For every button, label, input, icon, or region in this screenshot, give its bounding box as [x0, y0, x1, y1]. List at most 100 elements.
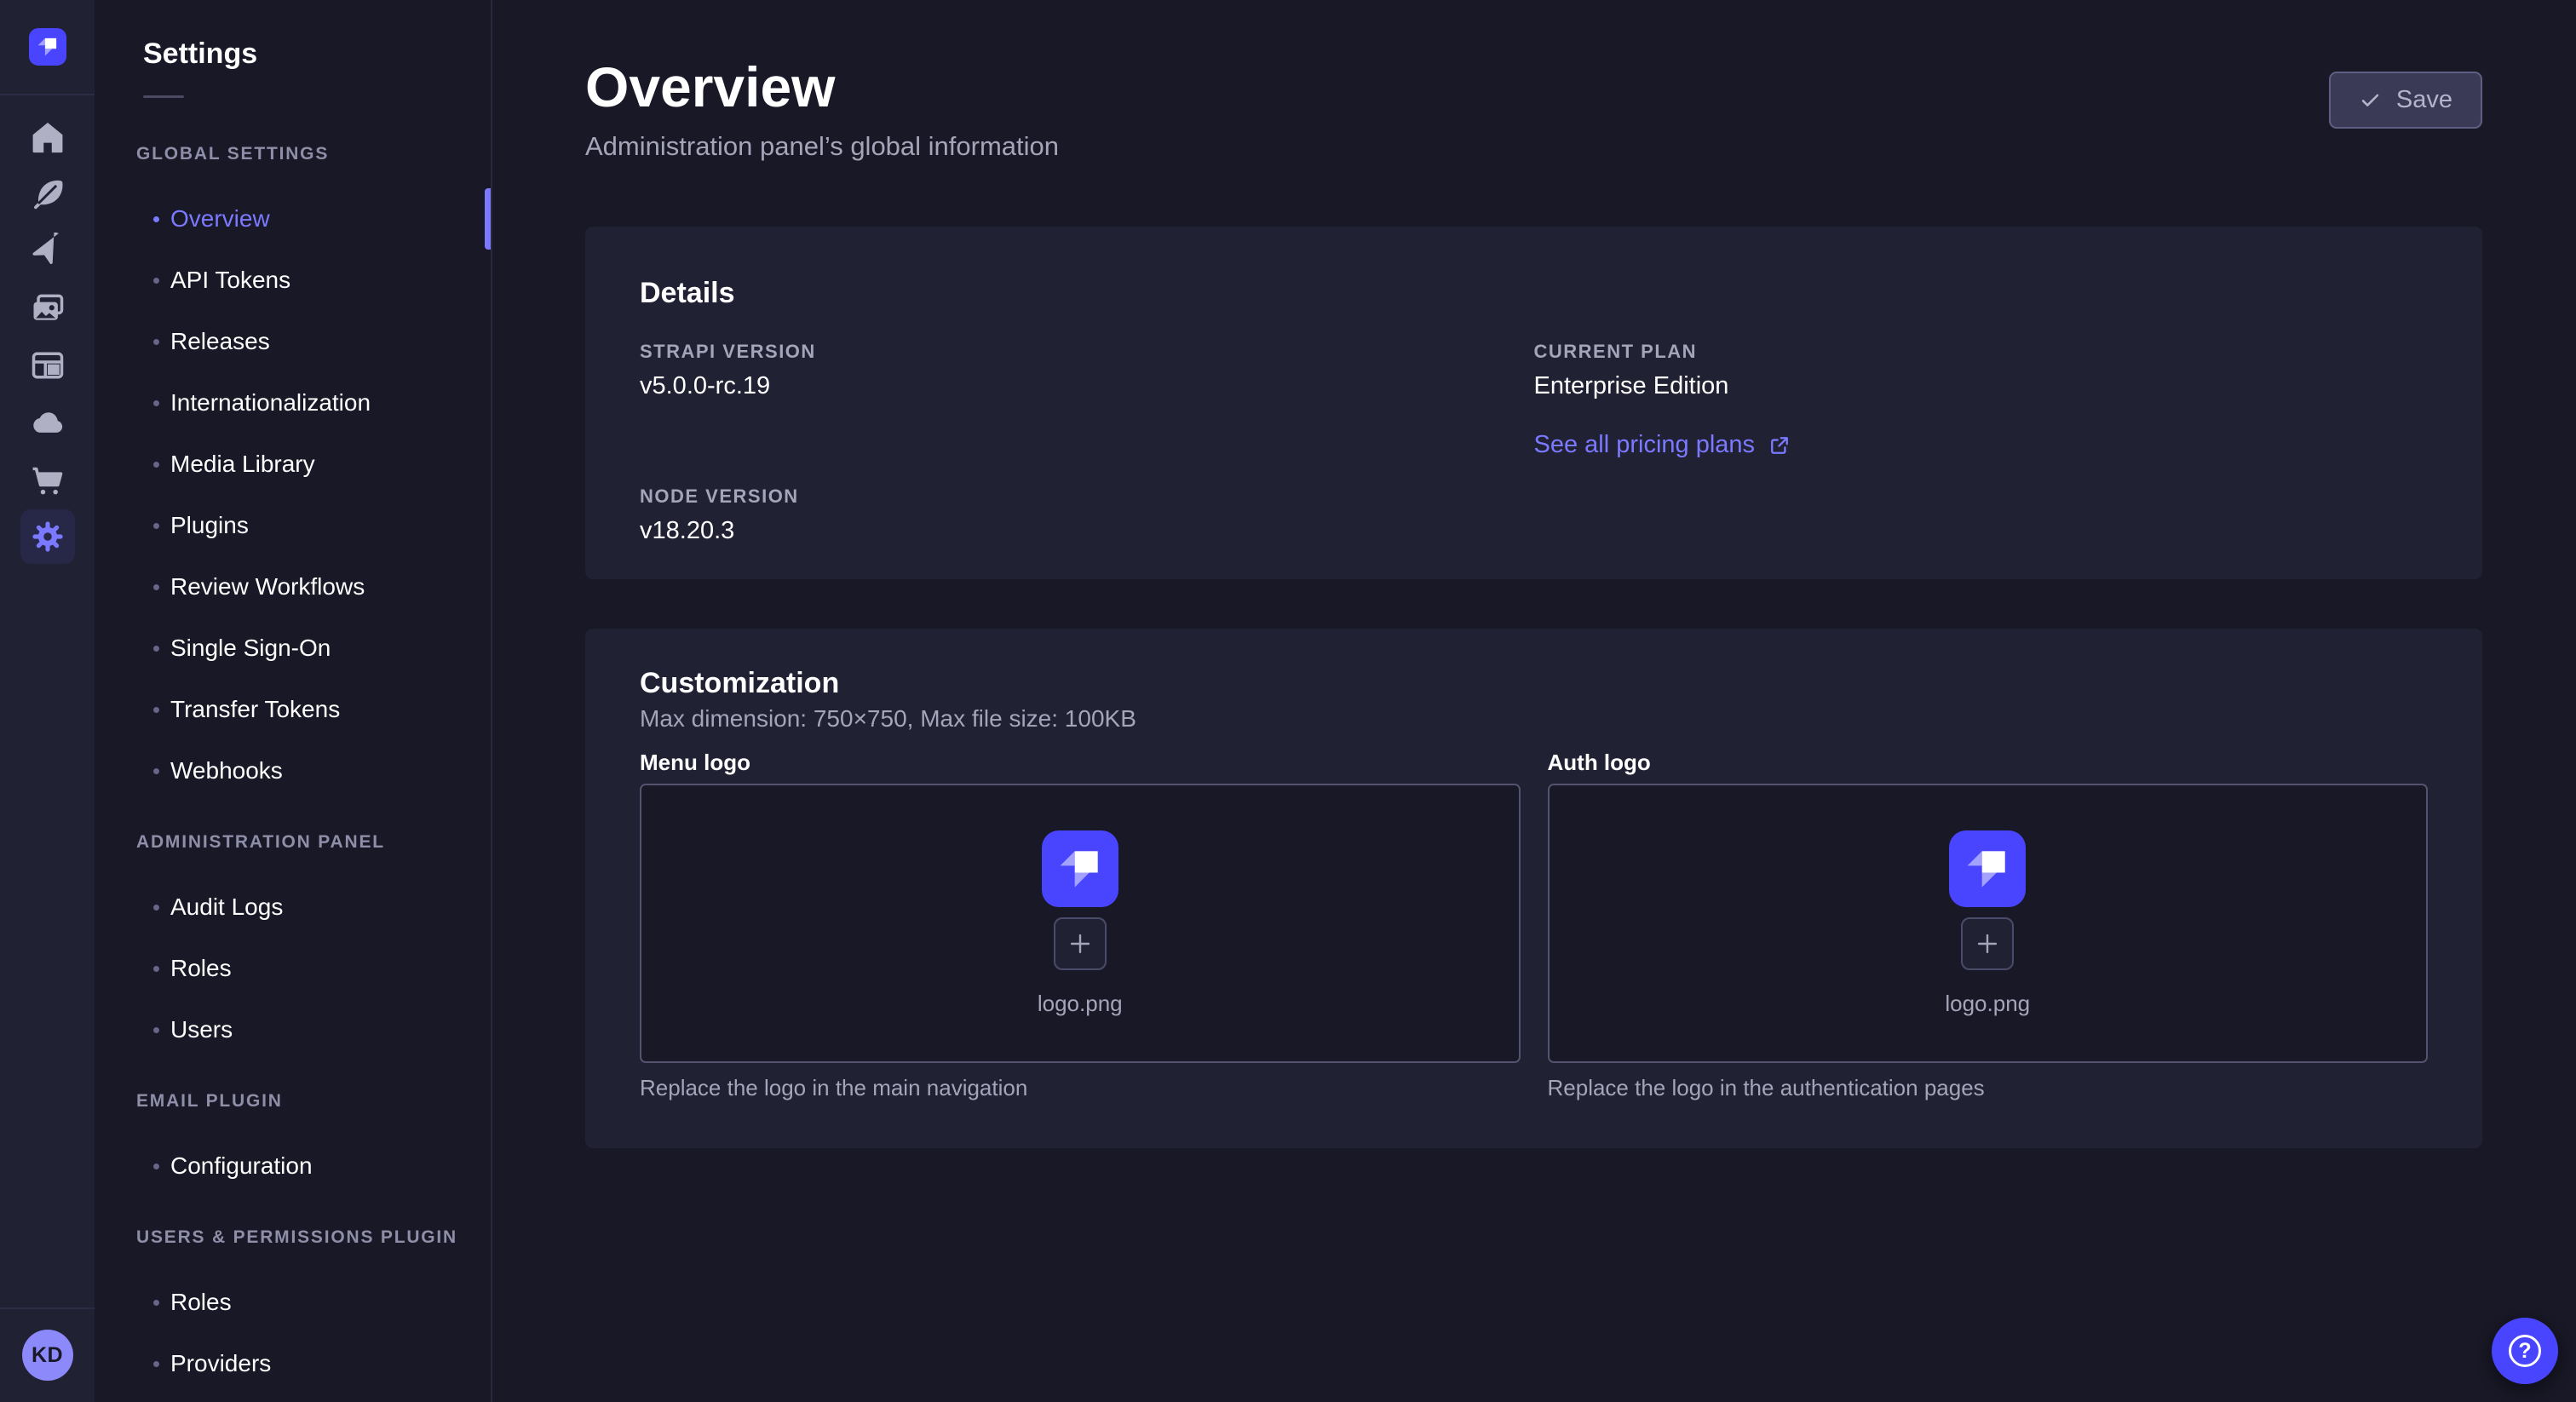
home-icon [29, 118, 66, 156]
subnav-item-admin-roles[interactable]: Roles [95, 938, 491, 999]
section-label: GLOBAL SETTINGS [95, 143, 491, 165]
bullet-dot [153, 646, 159, 652]
nav-marketplace-button[interactable] [20, 452, 75, 507]
subnav-item-media-library[interactable]: Media Library [95, 434, 491, 495]
user-avatar[interactable]: KD [22, 1330, 73, 1381]
bullet-dot [153, 768, 159, 774]
content-manager-icon [29, 347, 66, 384]
subnav-item-review-workflows[interactable]: Review Workflows [95, 556, 491, 618]
settings-gear-icon [29, 518, 66, 555]
rail-icon-list [20, 110, 75, 564]
strapi-version-field: STRAPI VERSION v5.0.0-rc.19 [640, 341, 1534, 400]
bullet-dot [153, 584, 159, 590]
strapi-logo-icon [29, 28, 66, 66]
section-users-permissions-plugin: USERS & PERMISSIONS PLUGIN Roles Provide… [95, 1227, 491, 1394]
auth-logo-dropzone[interactable]: logo.png [1548, 784, 2429, 1063]
bullet-dot [153, 339, 159, 345]
send-plane-icon [29, 233, 66, 270]
rail-divider-bottom [0, 1307, 95, 1309]
bullet-dot [153, 1361, 159, 1367]
strapi-logo-icon [1949, 830, 2026, 907]
bullet-dot [153, 462, 159, 468]
strapi-admin-app: KD Settings GLOBAL SETTINGS Overview API… [0, 0, 2576, 1402]
main-content: Overview Administration panel’s global i… [492, 0, 2576, 1402]
help-question-icon: ? [2509, 1335, 2541, 1367]
pricing-plans-link[interactable]: See all pricing plans [1534, 431, 1792, 459]
auth-logo-caption: Replace the logo in the authentication p… [1548, 1075, 2429, 1100]
section-global-settings: GLOBAL SETTINGS Overview API Tokens Rele… [95, 143, 491, 802]
menu-logo-label: Menu logo [640, 750, 1521, 775]
nav-cloud-button[interactable] [20, 395, 75, 450]
bullet-dot [153, 278, 159, 284]
menu-logo-dropzone[interactable]: logo.png [640, 784, 1521, 1063]
strapi-logo-icon [1042, 830, 1118, 907]
main-nav-rail: KD [0, 0, 95, 1402]
section-label: ADMINISTRATION PANEL [95, 831, 491, 853]
section-label: USERS & PERMISSIONS PLUGIN [95, 1227, 491, 1249]
subnav-item-internationalization[interactable]: Internationalization [95, 372, 491, 434]
subnav-item-up-roles[interactable]: Roles [95, 1272, 491, 1333]
subnav-item-api-tokens[interactable]: API Tokens [95, 250, 491, 311]
subnav-item-overview[interactable]: Overview [95, 188, 491, 250]
details-left-column: STRAPI VERSION v5.0.0-rc.19 NODE VERSION… [640, 341, 1534, 545]
details-card: Details STRAPI VERSION v5.0.0-rc.19 NODE… [585, 227, 2482, 579]
auth-logo-add-button[interactable] [1961, 917, 2014, 970]
bullet-dot [153, 400, 159, 406]
nav-settings-button[interactable] [20, 509, 75, 564]
node-version-field: NODE VERSION v18.20.3 [640, 486, 1534, 545]
nav-media-library-button[interactable] [20, 281, 75, 336]
strapi-logo[interactable] [29, 28, 66, 66]
bullet-dot [153, 216, 159, 222]
rail-divider [0, 94, 95, 95]
subnav-item-plugins[interactable]: Plugins [95, 495, 491, 556]
save-button[interactable]: Save [2329, 72, 2482, 129]
subnav-item-transfer-tokens[interactable]: Transfer Tokens [95, 679, 491, 740]
subnav-title-rule [143, 95, 184, 98]
bullet-dot [153, 966, 159, 972]
feather-icon [29, 175, 66, 213]
auth-logo-section: Auth logo logo.png Replace the log [1548, 750, 2429, 1100]
auth-logo-filename: logo.png [1945, 991, 2030, 1017]
bullet-dot [153, 1164, 159, 1169]
details-right-column: CURRENT PLAN Enterprise Edition See all … [1534, 341, 2429, 545]
cloud-icon [29, 404, 66, 441]
help-button[interactable]: ? [2492, 1318, 2558, 1384]
page-subtitle: Administration panel’s global informatio… [585, 131, 1059, 162]
customization-card: Customization Max dimension: 750×750, Ma… [585, 629, 2482, 1148]
details-title: Details [640, 276, 2428, 310]
subnav-item-email-configuration[interactable]: Configuration [95, 1135, 491, 1197]
auth-logo-preview [1949, 830, 2026, 907]
bullet-dot [153, 523, 159, 529]
section-email-plugin: EMAIL PLUGIN Configuration [95, 1090, 491, 1197]
subnav-item-admin-users[interactable]: Users [95, 999, 491, 1060]
subnav-item-single-sign-on[interactable]: Single Sign-On [95, 618, 491, 679]
nav-content-type-builder-button[interactable] [20, 167, 75, 221]
shopping-cart-icon [29, 461, 66, 498]
customization-constraints: Max dimension: 750×750, Max file size: 1… [640, 705, 2428, 733]
bullet-dot [153, 707, 159, 713]
page-header: Overview Administration panel’s global i… [585, 55, 2482, 162]
active-item-indicator [485, 188, 491, 250]
subnav-item-up-providers[interactable]: Providers [95, 1333, 491, 1394]
subnav-item-releases[interactable]: Releases [95, 311, 491, 372]
bullet-dot [153, 1300, 159, 1306]
bullet-dot [153, 905, 159, 911]
menu-logo-preview [1042, 830, 1118, 907]
menu-logo-add-button[interactable] [1054, 917, 1107, 970]
plus-icon [1066, 929, 1095, 958]
bullet-dot [153, 1027, 159, 1033]
nav-deploy-button[interactable] [20, 224, 75, 279]
subnav-item-webhooks[interactable]: Webhooks [95, 740, 491, 802]
nav-content-manager-button[interactable] [20, 338, 75, 393]
subnav-item-audit-logs[interactable]: Audit Logs [95, 876, 491, 938]
menu-logo-section: Menu logo logo.png Replace the log [640, 750, 1521, 1100]
check-icon [2359, 89, 2382, 112]
section-administration-panel: ADMINISTRATION PANEL Audit Logs Roles Us… [95, 831, 491, 1060]
nav-home-button[interactable] [20, 110, 75, 164]
subnav-title: Settings [143, 36, 491, 72]
menu-logo-filename: logo.png [1038, 991, 1123, 1017]
external-link-icon [1768, 434, 1791, 457]
customization-title: Customization [640, 666, 2428, 700]
section-label: EMAIL PLUGIN [95, 1090, 491, 1112]
plus-icon [1973, 929, 2002, 958]
